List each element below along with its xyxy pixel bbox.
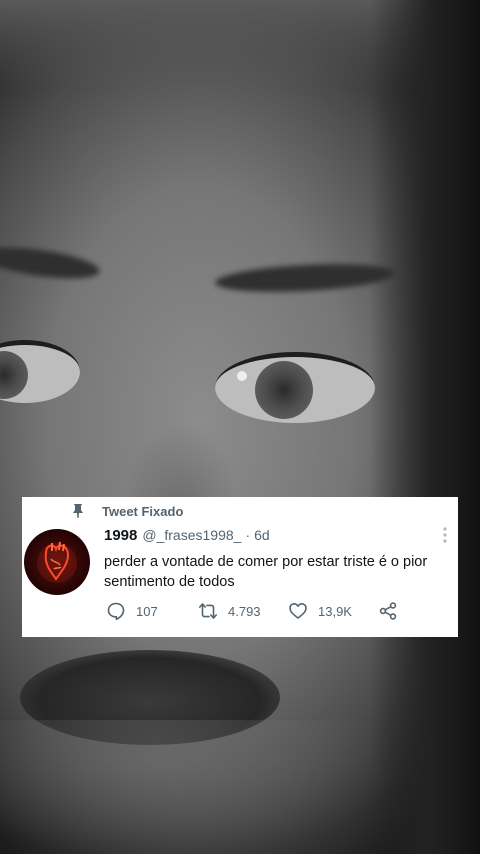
pin-icon bbox=[73, 504, 83, 518]
heart-icon bbox=[289, 603, 307, 619]
right-eye bbox=[215, 352, 375, 423]
avatar[interactable] bbox=[24, 529, 90, 595]
separator-dot: · bbox=[245, 527, 251, 543]
reply-button[interactable]: 107 bbox=[106, 600, 158, 622]
reply-icon bbox=[107, 602, 125, 621]
more-icon[interactable] bbox=[442, 526, 448, 544]
tweet-time[interactable]: 6d bbox=[254, 527, 270, 543]
like-button[interactable]: 13,9K bbox=[288, 600, 352, 622]
retweet-button[interactable]: 4.793 bbox=[198, 600, 261, 622]
left-eyebrow bbox=[0, 241, 102, 285]
user-handle[interactable]: @_frases1998_ bbox=[142, 527, 241, 543]
tweet-header: 1998 @_frases1998_ · 6d bbox=[104, 527, 448, 547]
pinned-label: Tweet Fixado bbox=[102, 503, 184, 519]
pinned-indicator: Tweet Fixado bbox=[70, 502, 183, 520]
share-button[interactable] bbox=[378, 600, 398, 622]
reply-count: 107 bbox=[136, 603, 158, 619]
left-eye bbox=[0, 340, 80, 403]
background-photo bbox=[0, 0, 480, 854]
retweet-count: 4.793 bbox=[228, 603, 261, 619]
like-count: 13,9K bbox=[318, 603, 352, 619]
tweet-text: perder a vontade de comer por estar tris… bbox=[104, 554, 428, 590]
anatomical-heart-avatar bbox=[37, 541, 77, 583]
retweet-icon bbox=[199, 603, 217, 619]
chin bbox=[0, 720, 400, 854]
tweet-card[interactable]: Tweet Fixado 1998 @_frases1998_ · 6d per… bbox=[22, 497, 458, 637]
right-eyebrow bbox=[214, 260, 396, 296]
share-icon bbox=[379, 602, 397, 620]
display-name[interactable]: 1998 bbox=[104, 527, 137, 544]
tweet-actions: 107 4.793 13,9K bbox=[106, 600, 448, 622]
